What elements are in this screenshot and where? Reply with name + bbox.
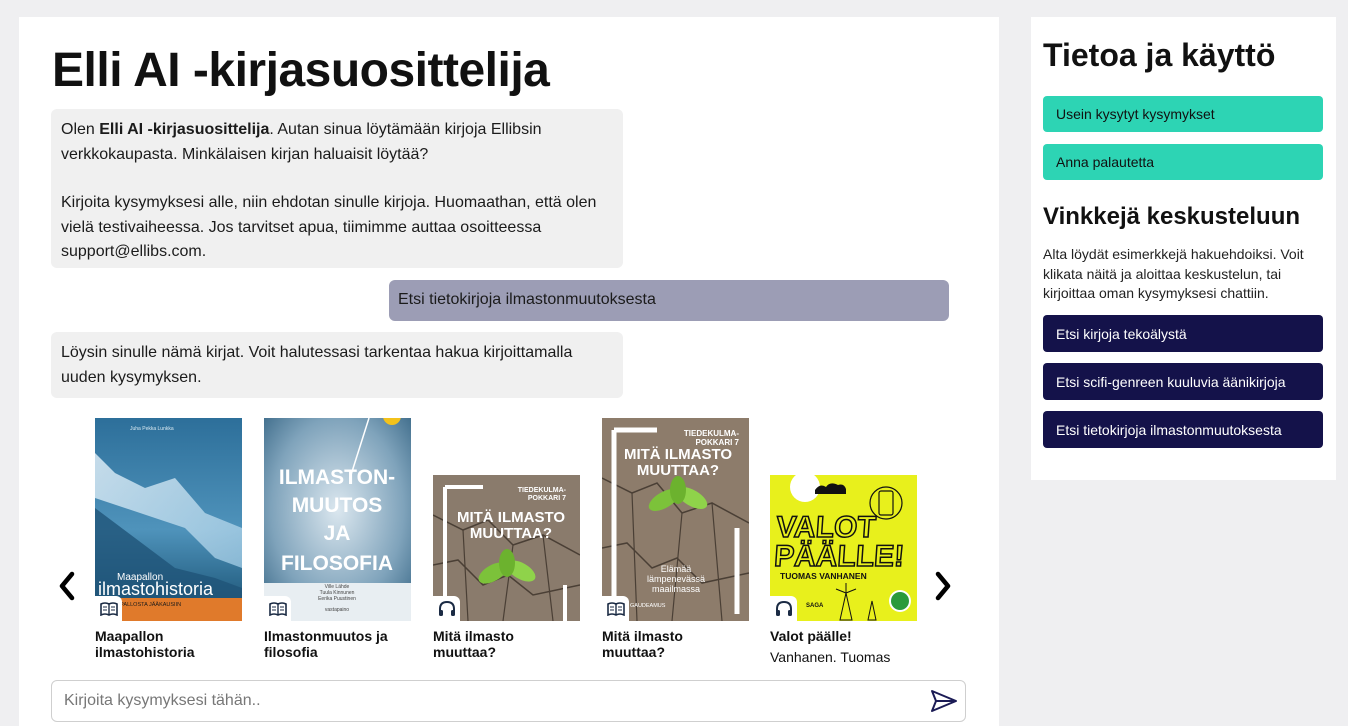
svg-text:Elämää: Elämää <box>661 564 692 574</box>
ebook-badge <box>264 596 291 621</box>
headphones-icon <box>438 600 455 616</box>
info-panel: Tietoa ja käyttö Usein kysytyt kysymykse… <box>1031 17 1336 480</box>
info-title: Tietoa ja käyttö <box>1043 37 1276 73</box>
tips-title: Vinkkejä keskusteluun <box>1043 203 1301 230</box>
book-title[interactable]: Valot päälle! <box>770 628 910 645</box>
svg-text:MITÄ ILMASTO: MITÄ ILMASTO <box>457 509 565 526</box>
book-title[interactable]: Ilmastonmuutos ja filosofia <box>264 628 404 660</box>
svg-text:vastapaino: vastapaino <box>325 607 349 613</box>
user-message-text: Etsi tietokirjoja ilmastonmuutoksesta <box>398 291 656 308</box>
book-icon <box>268 601 287 616</box>
user-message: Etsi tietokirjoja ilmastonmuutoksesta <box>389 280 949 321</box>
suggestion-button[interactable]: Etsi kirjoja tekoälystä <box>1043 315 1323 352</box>
svg-text:ILMASTON-: ILMASTON- <box>279 466 395 489</box>
suggestion-button[interactable]: Etsi scifi-genreen kuuluvia äänikirjoja <box>1043 363 1323 400</box>
svg-text:JA: JA <box>324 522 351 545</box>
headphones-icon <box>775 600 792 616</box>
audiobook-badge <box>770 596 797 621</box>
book-cover[interactable]: TIEDEKULMA- POKKARI 7 MITÄ ILMASTO MUUTT… <box>433 475 580 621</box>
book-title[interactable]: Mitä ilmasto muuttaa? <box>602 628 742 660</box>
book-cover[interactable]: Juha Pekka Lunkka Maapallon ilmastohisto… <box>95 418 242 621</box>
svg-text:FILOSOFIA: FILOSOFIA <box>281 552 393 575</box>
svg-text:maailmassa: maailmassa <box>652 584 700 594</box>
suggestion-button[interactable]: Etsi tietokirjoja ilmastonmuutoksesta <box>1043 411 1323 448</box>
book-card[interactable]: ILMASTON- MUUTOS JA FILOSOFIA Ville Lähd… <box>264 418 412 663</box>
svg-text:MUUTOS: MUUTOS <box>292 494 383 517</box>
svg-text:Eerika Puustinen: Eerika Puustinen <box>318 596 356 602</box>
bot-intro-prefix: Olen <box>61 121 100 138</box>
chat-input[interactable] <box>52 681 922 721</box>
chevron-right-icon <box>935 571 951 601</box>
svg-text:POKKARI 7: POKKARI 7 <box>528 495 566 502</box>
send-icon <box>931 690 957 712</box>
carousel-next-button[interactable] <box>929 566 957 606</box>
faq-button[interactable]: Usein kysytyt kysymykset <box>1043 96 1323 132</box>
book-icon <box>606 601 625 616</box>
bot-intro: Olen Elli AI -kirjasuosittelija. Autan s… <box>61 118 613 167</box>
book-icon <box>99 601 118 616</box>
book-carousel: Juha Pekka Lunkka Maapallon ilmastohisto… <box>51 418 959 663</box>
ebook-badge <box>602 596 629 621</box>
svg-text:GAUDEAMUS: GAUDEAMUS <box>630 603 666 609</box>
svg-text:TIEDEKULMA-: TIEDEKULMA- <box>684 429 739 438</box>
book-author: Vanhanen. Tuomas <box>770 649 891 663</box>
book-card[interactable]: TIEDEKULMA- POKKARI 7 MITÄ ILMASTO MUUTT… <box>433 418 581 663</box>
carousel-prev-button[interactable] <box>53 566 81 606</box>
svg-text:MUUTTAA?: MUUTTAA? <box>470 525 552 542</box>
svg-text:MITÄ ILMASTO: MITÄ ILMASTO <box>624 446 732 463</box>
chat-input-box <box>51 680 966 722</box>
svg-text:SAGA: SAGA <box>806 603 824 609</box>
feedback-button[interactable]: Anna palautetta <box>1043 144 1323 180</box>
book-cover[interactable]: TIEDEKULMA- POKKARI 7 MITÄ ILMASTO MUUTT… <box>602 418 749 621</box>
bot-message-text: Löysin sinulle nämä kirjat. Voit halutes… <box>61 344 573 386</box>
chat-messages[interactable]: Olen Elli AI -kirjasuosittelija. Autan s… <box>51 109 966 663</box>
book-card[interactable]: VALOT PÄÄLLE! TUOMAS VANHANEN SAGA Valot… <box>770 418 918 663</box>
svg-text:TUOMAS VANHANEN: TUOMAS VANHANEN <box>780 571 867 581</box>
bot-message: Löysin sinulle nämä kirjat. Voit halutes… <box>51 332 623 398</box>
cover-author: Juha Pekka Lunkka <box>130 426 174 432</box>
book-cover[interactable]: ILMASTON- MUUTOS JA FILOSOFIA Ville Lähd… <box>264 418 411 621</box>
page-title: Elli AI -kirjasuosittelija <box>52 44 550 97</box>
svg-text:TIEDEKULMA-: TIEDEKULMA- <box>518 487 567 494</box>
book-title[interactable]: Mitä ilmasto muuttaa? <box>433 628 573 660</box>
book-cover[interactable]: VALOT PÄÄLLE! TUOMAS VANHANEN SAGA <box>770 475 917 621</box>
svg-text:lämpenevässä: lämpenevässä <box>647 574 705 584</box>
book-card[interactable]: TIEDEKULMA- POKKARI 7 MITÄ ILMASTO MUUTT… <box>602 418 750 663</box>
ebook-badge <box>95 596 122 621</box>
book-title[interactable]: Maapallon ilmastohistoria <box>95 628 235 660</box>
bot-message: Olen Elli AI -kirjasuosittelija. Autan s… <box>51 109 623 268</box>
chat-panel: Elli AI -kirjasuosittelija Olen Elli AI … <box>19 17 999 726</box>
book-card[interactable]: Juha Pekka Lunkka Maapallon ilmastohisto… <box>95 418 243 663</box>
svg-text:PÄÄLLE!: PÄÄLLE! <box>773 540 905 573</box>
send-button[interactable] <box>929 688 959 714</box>
bot-instructions: Kirjoita kysymyksesi alle, niin ehdotan … <box>61 194 597 260</box>
audiobook-badge <box>433 596 460 621</box>
bot-intro-bold: Elli AI -kirjasuosittelija <box>99 121 270 138</box>
chevron-left-icon <box>59 571 75 601</box>
tips-text: Alta löydät esimerkkejä hakuehdoiksi. Vo… <box>1043 246 1304 301</box>
